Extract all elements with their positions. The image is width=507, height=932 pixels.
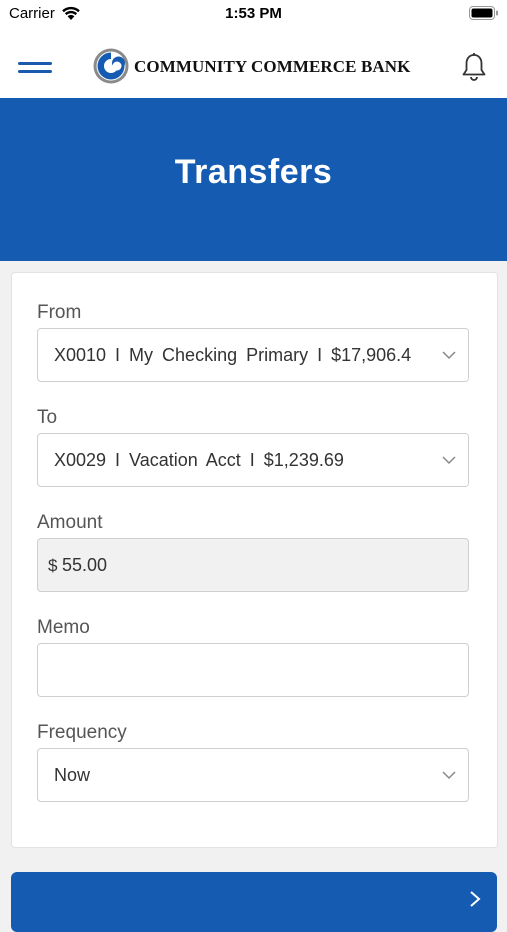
bank-logo-icon <box>93 48 129 84</box>
chevron-down-icon <box>442 351 456 360</box>
bell-icon[interactable] <box>460 52 488 82</box>
status-bar: Carrier 1:53 PM <box>0 0 507 30</box>
from-label: From <box>37 302 82 323</box>
continue-button[interactable] <box>11 872 497 932</box>
from-account-select[interactable]: X0010 I My Checking Primary I $17,906.4 <box>37 328 469 382</box>
amount-label: Amount <box>37 512 103 533</box>
memo-label: Memo <box>37 617 90 638</box>
from-account-value: X0010 I My Checking Primary I $17,906.4 <box>54 345 412 365</box>
transfer-form: From X0010 I My Checking Primary I $17,9… <box>11 272 498 848</box>
page-title: Transfers <box>174 153 333 191</box>
amount-input[interactable]: $ 55.00 <box>37 538 469 592</box>
memo-input[interactable] <box>37 643 469 697</box>
currency-symbol: $ <box>48 556 58 575</box>
chevron-right-icon <box>470 891 481 907</box>
frequency-label: Frequency <box>37 722 127 743</box>
to-account-select[interactable]: X0029 I Vacation Acct I $1,239.69 <box>37 433 469 487</box>
frequency-select[interactable]: Now <box>37 748 469 802</box>
menu-icon[interactable] <box>18 62 54 76</box>
to-label: To <box>37 407 58 428</box>
app-header: COMMUNITY COMMERCE BANK <box>0 30 507 99</box>
to-account-value: X0029 I Vacation Acct I $1,239.69 <box>54 450 344 470</box>
title-banner: Transfers <box>0 98 507 261</box>
status-time: 1:53 PM <box>225 5 282 22</box>
brand-name: COMMUNITY COMMERCE BANK <box>134 57 411 76</box>
battery-icon <box>469 6 498 20</box>
chevron-down-icon <box>442 456 456 465</box>
amount-value: 55.00 <box>62 555 108 575</box>
frequency-value: Now <box>54 765 91 785</box>
chevron-down-icon <box>442 771 456 780</box>
